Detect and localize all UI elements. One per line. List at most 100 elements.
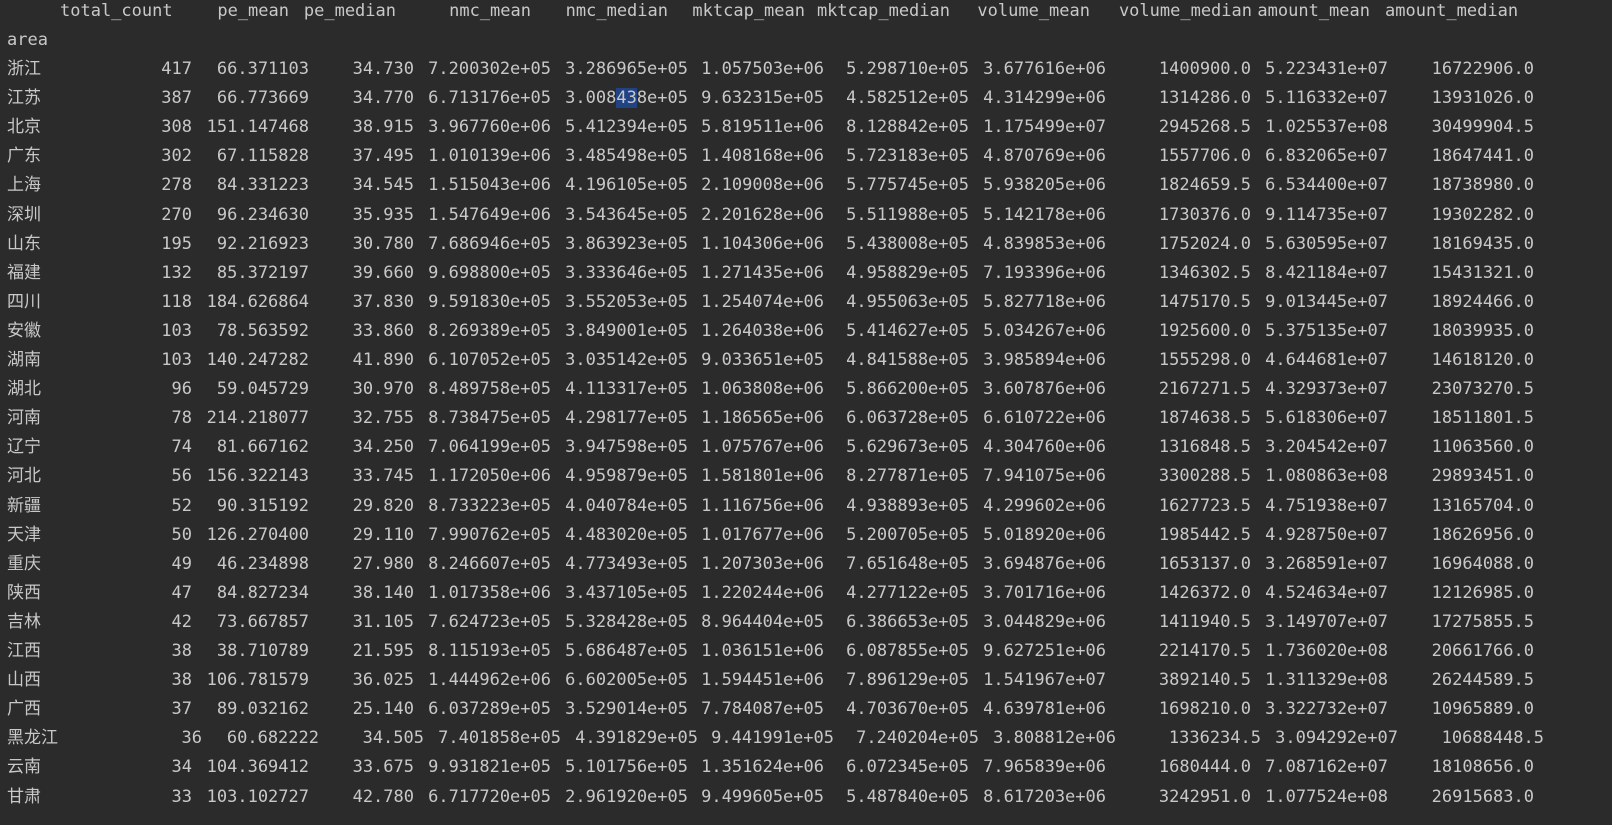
table-row: 甘肃 33 103.102727 42.780 6.717720e+05 2.961920… [0,783,1612,812]
cell-amount-median: 23073270.5 [1431,379,1534,400]
cell-amount-median: 12126985.0 [1431,582,1534,603]
cell-amount-median: 18626956.0 [1431,524,1534,545]
cell-volume-mean: 5.827718e+06 [983,291,1106,312]
cell-volume-median: 1336234.5 [1168,728,1261,749]
cell-mktcap-mean: 1.036151e+06 [701,641,824,661]
cell-volume-median: 1475170.5 [1158,291,1251,312]
cell-mktcap-mean: 5.819511e+06 [701,117,824,138]
cell-mktcap-mean: 1.581801e+06 [701,466,824,487]
cell-amount-mean: 1.077524e+08 [1265,786,1388,807]
cell-nmc-mean: 6.107052e+05 [428,350,551,370]
cell-amount-mean: 1.080863e+08 [1265,466,1388,487]
col-header-pe-median: pe_median [303,1,396,21]
cell-mktcap-mean: 1.104306e+06 [701,233,824,254]
table-row: 天津 50 126.270400 29.110 7.990762e+05 4.483020… [0,521,1612,550]
text-selection[interactable]: 43 [616,88,637,109]
col-header-amount-mean: amount_mean [1257,1,1370,21]
cell-volume-median: 1874638.5 [1158,408,1251,429]
table-row: 广东 302 67.115828 37.495 1.010139e+06 3.485498… [0,142,1612,171]
cell-volume-mean: 3.701716e+06 [983,582,1106,603]
cell-pe-median: 38.140 [352,582,414,603]
col-header-pe-mean: pe_mean [217,1,289,21]
cell-amount-mean: 3.149707e+07 [1265,611,1388,632]
cell-volume-mean: 4.839853e+06 [983,233,1106,254]
cell-nmc-mean: 1.010139e+06 [428,146,551,167]
cell-pe-median: 33.860 [352,320,414,341]
cell-amount-mean: 4.928750e+07 [1265,524,1388,545]
cell-volume-mean: 8.617203e+06 [983,786,1106,807]
cell-mktcap-mean: 1.017677e+06 [701,524,824,545]
header-row: total_count pe_mean pe_median nmc_mean n… [0,0,1612,26]
cell-mktcap-mean: 1.408168e+06 [701,146,824,167]
cell-mktcap-mean: 1.057503e+06 [701,59,824,79]
cell-volume-median: 1680444.0 [1158,757,1251,778]
table-row: 江苏 387 66.773669 34.770 6.713176e+05 3.008438… [0,84,1612,113]
cell-volume-median: 1555298.0 [1158,350,1251,370]
cell-nmc-mean: 8.738475e+05 [428,408,551,429]
cell-mktcap-mean: 1.207303e+06 [701,553,824,574]
cell-volume-mean: 5.142178e+06 [983,204,1106,225]
cell-nmc-mean: 8.246607e+05 [428,553,551,574]
cell-volume-median: 1985442.5 [1158,524,1251,545]
table-row: 北京 308 151.147468 38.915 3.967760e+06 5.41239… [0,113,1612,142]
cell-pe-median: 34.545 [352,175,414,196]
cell-nmc-mean: 9.698800e+05 [428,262,551,283]
cell-volume-mean: 4.639781e+06 [983,699,1106,720]
cell-pe-median: 25.140 [352,699,414,720]
col-header-nmc-mean: nmc_mean [449,1,531,21]
cell-volume-median: 2214170.5 [1158,641,1251,661]
col-header-mktcap-median: mktcap_median [816,1,950,21]
cell-amount-mean: 9.013445e+07 [1265,291,1388,312]
cell-mktcap-median: 5.723183e+05 [846,146,969,167]
table-row: 河南 78 214.218077 32.755 8.738475e+05 4.298177… [0,404,1612,433]
cell-pe-median: 34.770 [352,88,414,109]
cell-mktcap-median: 6.087855e+05 [846,641,969,661]
cell-volume-mean: 5.938205e+06 [983,175,1106,196]
cell-amount-mean: 3.268591e+07 [1265,553,1388,574]
cell-volume-median: 1925600.0 [1158,320,1251,341]
cell-nmc-mean: 7.624723e+05 [428,611,551,632]
table-row: 辽宁 74 81.667162 34.250 7.064199e+05 3.947598e… [0,433,1612,462]
cell-volume-median: 1557706.0 [1158,146,1251,167]
table-row: 重庆 49 46.234898 27.980 8.246607e+05 4.773493e… [0,550,1612,579]
table-row: 安徽 103 78.563592 33.860 8.269389e+05 3.849001… [0,317,1612,346]
table-row: 浙江 417 66.371103 34.730 7.200302e+05 3.286965… [0,55,1612,84]
cell-amount-mean: 5.618306e+07 [1265,408,1388,429]
cell-amount-mean: 3.204542e+07 [1265,437,1388,458]
cell-amount-mean: 1.311329e+08 [1265,670,1388,691]
cell-mktcap-median: 4.277122e+05 [846,582,969,603]
cell-mktcap-median: 6.386653e+05 [846,611,969,632]
table-row: 新疆 52 90.315192 29.820 8.733223e+05 4.040784e… [0,492,1612,521]
cell-volume-mean: 5.018920e+06 [983,524,1106,545]
cell-nmc-mean: 6.713176e+05 [428,88,551,109]
col-header-mktcap-mean: mktcap_mean [692,1,805,21]
cell-volume-mean: 3.607876e+06 [983,379,1106,400]
cell-volume-mean: 7.965839e+06 [983,757,1106,778]
cell-pe-median: 34.730 [352,59,414,79]
cell-volume-mean: 6.610722e+06 [983,408,1106,429]
cell-mktcap-mean: 7.784087e+05 [701,699,824,720]
cell-mktcap-median: 7.651648e+05 [846,553,969,574]
cell-volume-mean: 3.985894e+06 [983,350,1106,370]
cell-volume-median: 2945268.5 [1158,117,1251,138]
col-header-volume-median: volume_median [1118,1,1252,21]
cell-mktcap-mean: 1.271435e+06 [701,262,824,283]
table-row: 山西 38 106.781579 36.025 1.444962e+06 6.602005… [0,666,1612,695]
cell-nmc-mean: 7.200302e+05 [428,59,551,79]
cell-nmc-mean: 1.172050e+06 [428,466,551,487]
cell-pe-median: 33.745 [352,466,414,487]
cell-pe-median: 27.980 [352,553,414,574]
cell-mktcap-median: 6.072345e+05 [846,757,969,778]
cell-mktcap-mean: 1.075767e+06 [701,437,824,458]
cell-nmc-mean: 6.037289e+05 [428,699,551,720]
console-output[interactable]: total_count pe_mean pe_median nmc_mean n… [0,0,1612,825]
cell-mktcap-median: 6.063728e+05 [846,408,969,429]
table-row: 湖北 96 59.045729 30.970 8.489758e+05 4.113317e… [0,375,1612,404]
cell-nmc-mean: 7.064199e+05 [428,437,551,458]
cell-amount-mean: 5.375135e+07 [1265,320,1388,341]
cell-amount-median: 10965889.0 [1431,699,1534,720]
table-row: 云南 34 104.369412 33.675 9.931821e+05 5.101756… [0,753,1612,782]
cell-mktcap-median: 4.841588e+05 [846,350,969,370]
cell-pe-median: 30.780 [352,233,414,254]
cell-amount-mean: 1.025537e+08 [1265,117,1388,138]
